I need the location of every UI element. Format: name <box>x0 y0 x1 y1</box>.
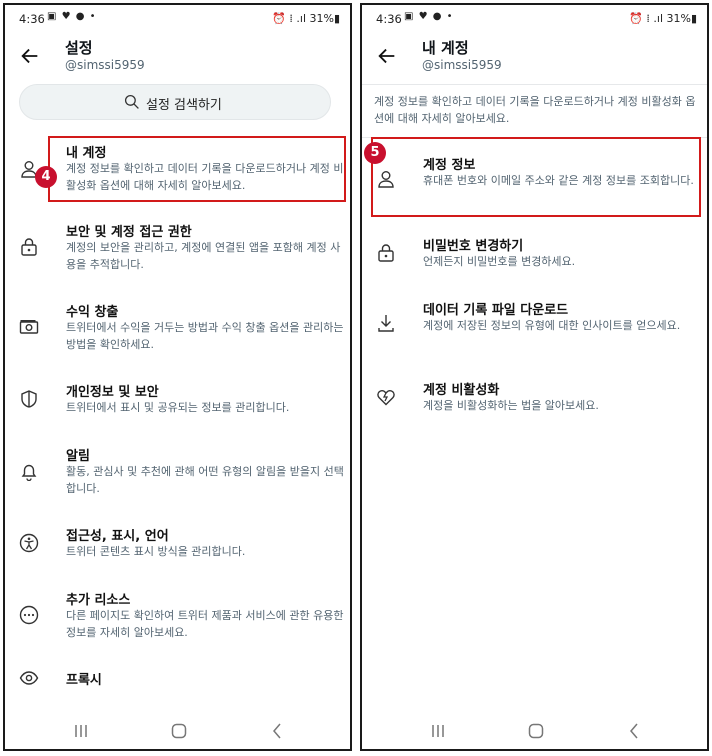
item-title: 알림 <box>66 449 90 464</box>
item-title: 수익 창출 <box>66 305 119 320</box>
more-icon <box>19 605 39 625</box>
intro-text: 계정 정보를 확인하고 데이터 기록을 다운로드하거나 계정 비활성화 옵션에 … <box>374 95 696 125</box>
status-bar: 4:36 ▣ ♥ ● • ⏰ ⁞ .ıl 31%▮ <box>17 11 340 29</box>
item-description: 트위터에서 수익을 거두는 방법과 수익 창출 옵션을 관리하는 방법을 확인하… <box>66 321 344 351</box>
settings-screen: 4:36 ▣ ♥ ● • ⏰ ⁞ .ıl 31%▮ 설정 @simssi5959… <box>3 3 352 751</box>
user-handle: @simssi5959 <box>422 58 502 72</box>
settings-item-accessibility[interactable]: 접근성, 표시, 언어 트위터 콘텐츠 표시 방식을 관리합니다. <box>5 521 350 565</box>
android-nav-bar <box>362 721 707 741</box>
back-nav-icon[interactable] <box>624 721 644 741</box>
item-description: 활동, 관심사 및 추천에 관해 어떤 유형의 알림을 받을지 선택합니다. <box>66 465 344 495</box>
lock-icon <box>21 238 37 256</box>
back-arrow-icon[interactable] <box>376 45 398 67</box>
item-title: 보안 및 계정 접근 권한 <box>66 225 192 240</box>
item-title: 개인정보 및 보안 <box>66 385 159 400</box>
item-description: 언제든지 비밀번호를 변경하세요. <box>423 255 576 268</box>
lock-icon <box>378 244 394 262</box>
item-title: 프록시 <box>66 673 102 688</box>
step-badge: 5 <box>364 142 386 164</box>
notification-icons: ▣ ♥ ● • <box>404 11 454 22</box>
settings-item-proxy[interactable]: 프록시 <box>5 665 350 695</box>
step-badge: 4 <box>35 166 57 188</box>
recent-apps-icon[interactable] <box>71 721 91 741</box>
system-icons: ⏰ ⁞ .ıl 31%▮ <box>272 12 340 25</box>
item-title: 접근성, 표시, 언어 <box>66 529 169 544</box>
item-description: 계정의 보안을 관리하고, 계정에 연결된 앱을 포함해 계정 사용을 추적합니… <box>66 241 341 271</box>
status-time: 4:36 <box>19 12 45 26</box>
bell-icon <box>21 464 37 481</box>
broken-heart-icon <box>377 389 395 406</box>
item-description: 계정에 저장된 정보의 유형에 대한 인사이트를 얻으세요. <box>423 319 681 332</box>
settings-item-security[interactable]: 보안 및 계정 접근 권한 계정의 보안을 관리하고, 계정에 연결된 앱을 포… <box>5 217 350 277</box>
item-title: 계정 비활성화 <box>423 383 500 398</box>
item-description: 계정을 비활성화하는 법을 알아보세요. <box>423 399 599 412</box>
my-account-screen: 4:36 ▣ ♥ ● • ⏰ ⁞ .ıl 31%▮ 내 계정 @simssi59… <box>360 3 709 751</box>
eye-icon <box>19 671 39 685</box>
system-icons: ⏰ ⁞ .ıl 31%▮ <box>629 12 697 25</box>
back-arrow-icon[interactable] <box>19 45 41 67</box>
item-title: 추가 리소스 <box>66 593 131 608</box>
download-icon <box>378 315 394 332</box>
status-time: 4:36 <box>376 12 402 26</box>
item-description: 다른 페이지도 확인하여 트위터 제품과 서비스에 관한 유용한 정보를 자세히… <box>66 609 344 639</box>
home-icon[interactable] <box>169 721 189 741</box>
money-icon <box>19 320 39 334</box>
header: 설정 @simssi5959 <box>5 35 350 79</box>
search-placeholder: 설정 검색하기 <box>146 98 222 113</box>
highlight-box <box>48 136 346 202</box>
item-description: 트위터 콘텐츠 표시 방식을 관리합니다. <box>66 545 246 558</box>
shield-icon <box>21 390 37 408</box>
back-nav-icon[interactable] <box>267 721 287 741</box>
status-bar: 4:36 ▣ ♥ ● • ⏰ ⁞ .ıl 31%▮ <box>374 11 697 29</box>
page-title: 내 계정 <box>422 39 469 57</box>
account-item-download[interactable]: 데이터 기록 파일 다운로드 계정에 저장된 정보의 유형에 대한 인사이트를 … <box>362 295 707 355</box>
settings-item-monetization[interactable]: 수익 창출 트위터에서 수익을 거두는 방법과 수익 창출 옵션을 관리하는 방… <box>5 297 350 357</box>
item-title: 데이터 기록 파일 다운로드 <box>423 303 569 318</box>
notification-icons: ▣ ♥ ● • <box>47 11 97 22</box>
search-input[interactable]: 설정 검색하기 <box>19 84 331 120</box>
header: 내 계정 @simssi5959 <box>362 35 707 79</box>
recent-apps-icon[interactable] <box>428 721 448 741</box>
item-description: 트위터에서 표시 및 공유되는 정보를 관리합니다. <box>66 401 290 414</box>
settings-item-resources[interactable]: 추가 리소스 다른 페이지도 확인하여 트위터 제품과 서비스에 관한 유용한 … <box>5 585 350 645</box>
account-item-deactivate[interactable]: 계정 비활성화 계정을 비활성화하는 법을 알아보세요. <box>362 375 707 419</box>
page-title: 설정 <box>65 39 93 57</box>
header-divider <box>362 84 707 85</box>
item-title: 비밀번호 변경하기 <box>423 239 524 254</box>
account-item-password[interactable]: 비밀번호 변경하기 언제든지 비밀번호를 변경하세요. <box>362 231 707 275</box>
search-icon <box>124 94 139 109</box>
settings-item-privacy[interactable]: 개인정보 및 보안 트위터에서 표시 및 공유되는 정보를 관리합니다. <box>5 377 350 421</box>
accessibility-icon <box>19 533 39 553</box>
user-handle: @simssi5959 <box>65 58 145 72</box>
home-icon[interactable] <box>526 721 546 741</box>
settings-item-notifications[interactable]: 알림 활동, 관심사 및 추천에 관해 어떤 유형의 알림을 받을지 선택합니다… <box>5 441 350 501</box>
highlight-box <box>371 137 701 217</box>
android-nav-bar <box>5 721 350 741</box>
